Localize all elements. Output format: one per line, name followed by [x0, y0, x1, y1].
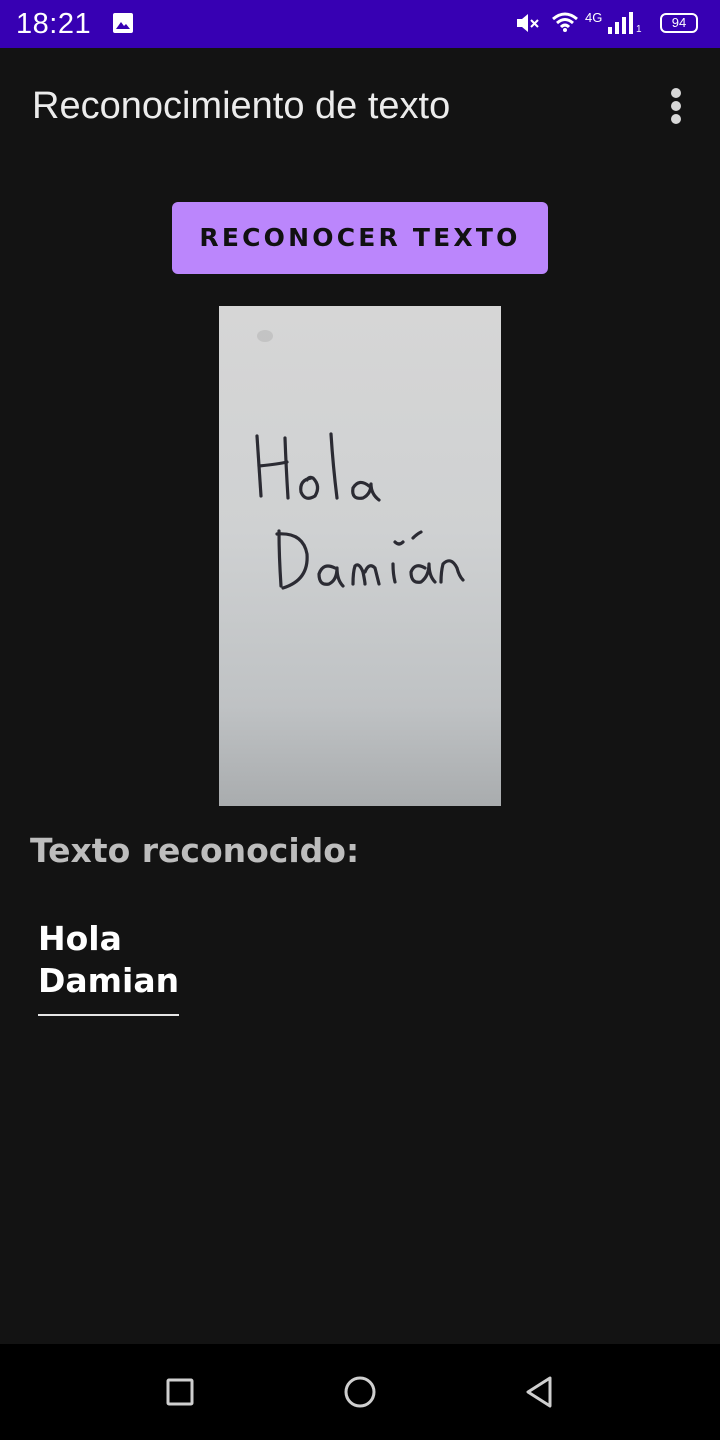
handwriting-photo — [219, 306, 501, 806]
back-triangle-icon[interactable] — [520, 1372, 560, 1412]
mute-icon — [517, 14, 539, 32]
handwriting-drawing — [255, 330, 465, 590]
status-time: 18:21 — [16, 8, 92, 40]
recognize-text-button[interactable]: RECONOCER TEXTO — [172, 202, 548, 274]
status-bar: 18:21 4G 1 94 — [0, 0, 720, 48]
text-field-underline — [38, 1014, 179, 1016]
app-bar: Reconocimiento de texto — [0, 48, 720, 160]
app-title: Reconocimiento de texto — [32, 85, 451, 127]
image-icon — [113, 13, 133, 33]
recognized-text-label: Texto reconocido: — [30, 831, 360, 870]
network-type: 4G — [585, 10, 603, 25]
more-vert-icon[interactable] — [656, 84, 696, 128]
battery-icon: 94 — [660, 13, 698, 33]
sim-slot: 1 — [636, 24, 642, 35]
wifi-icon — [552, 12, 578, 32]
home-circle-icon[interactable] — [340, 1372, 380, 1412]
recognized-line: Damian — [38, 961, 180, 1000]
signal-icon — [608, 12, 633, 34]
recognized-text-output[interactable]: Hola Damian — [38, 918, 179, 1002]
screen: 18:21 4G 1 94 Reconocimiento de texto RE… — [0, 0, 720, 1440]
recognized-line: Hola — [38, 919, 122, 958]
recents-square-icon[interactable] — [160, 1372, 200, 1412]
navigation-bar — [0, 1344, 720, 1440]
